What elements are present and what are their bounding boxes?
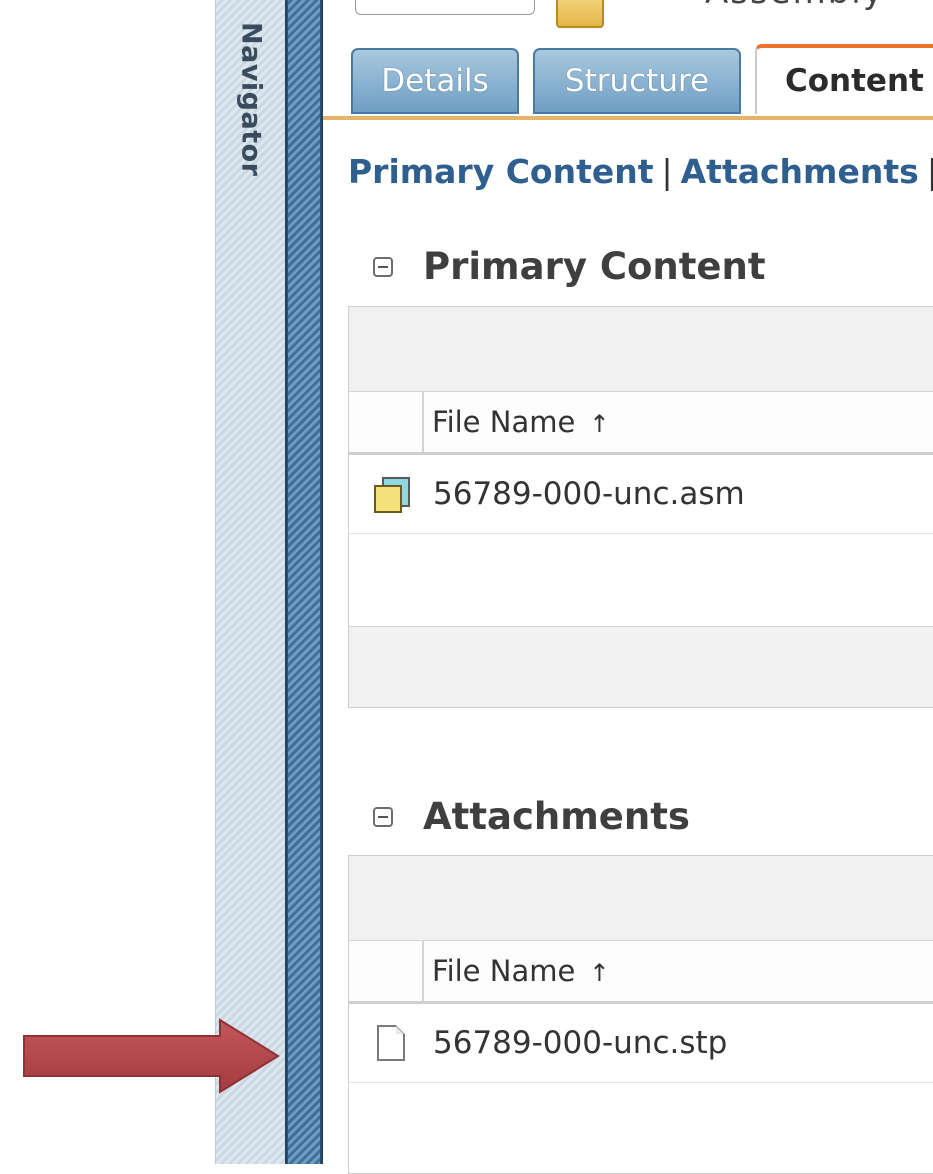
empty-row [349, 534, 933, 627]
subnav-separator: | [926, 152, 933, 191]
attachments-header: Attachments [373, 795, 690, 838]
navigator-label[interactable]: Navigator [236, 22, 267, 177]
attachments-title: Attachments [423, 795, 690, 838]
select-column-header[interactable] [349, 392, 424, 452]
file-name-cell[interactable]: 56789-000-unc.stp [433, 1025, 727, 1061]
tab-underline [323, 116, 933, 120]
file-name-column-header[interactable]: File Name ↑ [424, 405, 609, 439]
tab-content[interactable]: Content [755, 44, 933, 114]
main-content: Assembly Details Structure Content Prima… [323, 0, 933, 1174]
navigator-label-wrap: Navigator [216, 22, 286, 177]
primary-content-header: Primary Content [373, 245, 766, 288]
subnav-link-attachments[interactable]: Attachments [681, 152, 919, 191]
collapse-icon[interactable] [373, 806, 393, 827]
table-header-row: File Name ↑ [349, 392, 933, 455]
row-icon-cell [349, 477, 433, 513]
table-toolbar [349, 856, 933, 941]
tab-structure[interactable]: Structure [533, 48, 741, 114]
empty-row [349, 1083, 933, 1173]
subnav-separator: | [661, 152, 673, 191]
folder-icon [556, 0, 604, 28]
file-name-column-header[interactable]: File Name ↑ [424, 954, 609, 988]
file-name-header-label: File Name [432, 954, 576, 988]
assembly-file-icon [374, 477, 410, 513]
table-header-row: File Name ↑ [349, 941, 933, 1004]
top-field [355, 0, 535, 15]
attachments-table: File Name ↑ 56789-000-unc.stp [348, 855, 933, 1174]
sort-ascending-icon: ↑ [589, 410, 610, 438]
table-row[interactable]: 56789-000-unc.stp [349, 1004, 933, 1083]
collapse-icon[interactable] [373, 256, 393, 277]
navigator-panel[interactable]: Navigator [215, 0, 286, 1164]
object-title: Assembly [705, 0, 885, 12]
red-arrow-pointer [23, 1018, 280, 1094]
navigator-splitter[interactable] [285, 0, 323, 1164]
table-footer [349, 627, 933, 707]
file-name-cell[interactable]: 56789-000-unc.asm [433, 476, 745, 512]
sort-ascending-icon: ↑ [589, 959, 610, 987]
primary-content-table: File Name ↑ 56789-000-unc.asm [348, 306, 933, 708]
table-row[interactable]: 56789-000-unc.asm [349, 455, 933, 534]
document-file-icon [377, 1025, 405, 1061]
select-column-header[interactable] [349, 941, 424, 1001]
file-name-header-label: File Name [432, 405, 576, 439]
row-icon-cell [349, 1025, 433, 1061]
tab-bar: Details Structure Content [351, 44, 933, 118]
primary-content-title: Primary Content [423, 245, 766, 288]
tab-details[interactable]: Details [351, 48, 519, 114]
content-subnav: Primary Content | Attachments | [348, 152, 933, 191]
table-toolbar [349, 307, 933, 392]
subnav-link-primary-content[interactable]: Primary Content [348, 152, 654, 191]
